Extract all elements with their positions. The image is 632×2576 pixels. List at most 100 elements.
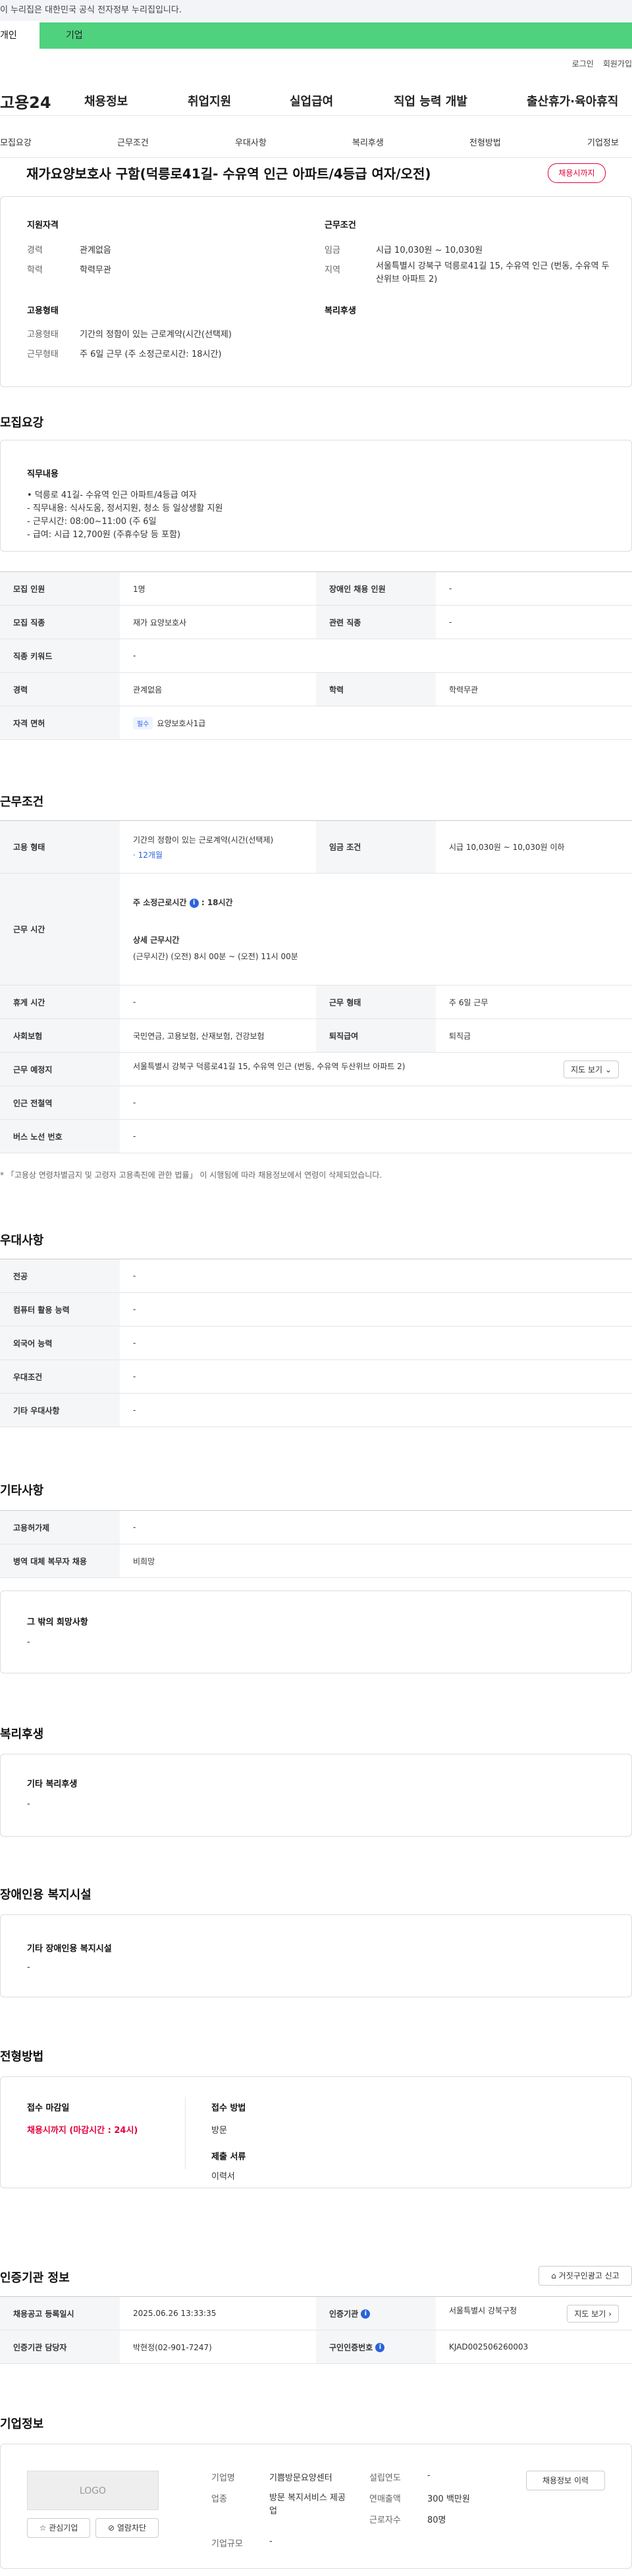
- sales-label: 연매출액: [369, 2494, 401, 2504]
- gov-banner-text: 이 누리집은 대한민국 공식 전자정부 누리집입니다.: [0, 5, 182, 15]
- conditions-heading: 근무조건: [0, 795, 44, 809]
- welfare-heading: 복리후생: [325, 306, 356, 316]
- table-row: 모집 인원 1명 장애인 채용 인원 -: [0, 571, 632, 606]
- process-heading: 전형방법: [0, 2050, 44, 2064]
- chevron-down-icon: ⌄: [604, 1065, 612, 1074]
- th: 퇴직급여: [316, 1018, 436, 1053]
- map-button[interactable]: 지도 보기 ⌄: [564, 1060, 619, 1078]
- th: 모집 인원: [0, 571, 120, 606]
- th: 장애인 채용 인원: [316, 571, 436, 606]
- required-tag: 필수: [133, 716, 153, 729]
- sales-value: 300 백만원: [427, 2494, 470, 2504]
- favorite-company-button[interactable]: ☆ 관심기업: [27, 2518, 90, 2538]
- wage-label: 임금: [325, 246, 340, 255]
- industry-value: 방문 복지서비스 제공업: [269, 2493, 346, 2516]
- table-row: 전공 -: [0, 1259, 632, 1293]
- hiring-history-button[interactable]: 채용정보 이력: [526, 2471, 605, 2490]
- conditions-table: 고용 형태 기간의 정함이 있는 근로계약(시간(선택제) · 12개월 임금 조건 시…: [0, 820, 632, 1153]
- td: 기간의 정함이 있는 근로계약(시간(선택제) · 12개월: [120, 820, 316, 874]
- table-row: 휴게 시간 - 근무 형태 주 6일 근무: [0, 985, 632, 1019]
- th: 인증기관 담당자: [0, 2330, 120, 2364]
- gnb-item[interactable]: 실업급여: [290, 92, 333, 109]
- gnb-item[interactable]: 채용정보: [84, 92, 128, 109]
- region-value: 서울특별시 강북구 덕릉로41길 15, 수유역 인근 (번동, 수유역 두산위…: [376, 261, 610, 284]
- td: -: [120, 1292, 632, 1327]
- company-heading: 기업정보: [0, 2417, 44, 2431]
- place-value: 서울특별시 강북구 덕릉로41길 15, 수유역 인근 (번동, 수유역 두산위…: [133, 1061, 406, 1071]
- table-row: 우대조건 -: [0, 1359, 632, 1394]
- th: 고용허가제: [0, 1510, 120, 1544]
- gnb-item[interactable]: 출산휴가·육아휴직: [527, 92, 618, 109]
- company-name-label: 기업명: [211, 2473, 235, 2483]
- agency-label: 인증기관: [329, 2309, 359, 2319]
- lnb-item[interactable]: 근무조건: [117, 136, 149, 148]
- lnb-item[interactable]: 전형방법: [469, 136, 501, 148]
- gnb-item[interactable]: 직업 능력 개발: [394, 92, 467, 109]
- site-logo[interactable]: 고용24: [0, 90, 51, 113]
- table-row: 사회보험 국민연금, 고용보험, 산재보험, 건강보험 퇴직급여 퇴직금: [0, 1018, 632, 1053]
- qual-heading: 지원자격: [27, 221, 59, 230]
- td: 국민연금, 고용보험, 산재보험, 건강보험: [120, 1018, 316, 1053]
- th: 구인인증번호 i: [316, 2330, 436, 2364]
- duty-line: - 근무시간: 08:00~11:00 (주 6일: [27, 517, 157, 527]
- company-name-value: 기쁨방문요양센터: [269, 2473, 332, 2483]
- td: -: [120, 1359, 632, 1394]
- wage-value: 시급 10,030원 ~ 10,030원: [376, 246, 483, 255]
- info-icon[interactable]: i: [375, 2343, 385, 2352]
- est-label: 설립연도: [369, 2473, 401, 2483]
- report-button[interactable]: ⌂ 거짓구인광고 신고: [539, 2266, 632, 2286]
- block-view-button[interactable]: ⊘ 열람차단: [95, 2518, 159, 2538]
- signup-link[interactable]: 회원가입: [603, 59, 632, 68]
- td: KJAD002506260003: [436, 2330, 632, 2364]
- company-box: LOGO ☆ 관심기업 ⊘ 열람차단 기업명 기쁨방문요양센터 업종 방문 복지…: [0, 2444, 632, 2569]
- th: 경력: [0, 672, 120, 706]
- gnb-item[interactable]: 취업지원: [188, 92, 231, 109]
- disabled-heading: 장애인용 복지시설: [0, 1888, 92, 1902]
- star-icon: ☆: [39, 2523, 47, 2533]
- td: 주 소정근로시간 i : 18시간 상세 근무시간 (근무시간) (오전) 8시…: [120, 873, 632, 986]
- td: 관계없음: [120, 672, 316, 706]
- td: 재가 요양보호사: [120, 605, 316, 639]
- hours-value: 주 6일 근무 (주 소정근로시간: 18시간): [80, 350, 222, 359]
- table-row: 기타 우대사항 -: [0, 1393, 632, 1427]
- td: 1명: [120, 571, 316, 606]
- login-link[interactable]: 로그인: [572, 59, 594, 68]
- week-hours-value: 18시간: [207, 898, 233, 907]
- license-value: 요양보호사1급: [157, 718, 206, 728]
- summary-box: 지원자격 경력 관계없음 학력 학력무관 근무조건 임금 시급 10,030원 …: [0, 196, 632, 387]
- th: 전공: [0, 1259, 120, 1293]
- lnb-item[interactable]: 복리후생: [352, 136, 384, 148]
- info-icon[interactable]: i: [361, 2309, 371, 2319]
- duty-line: • 덕릉로 41길- 수유역 인근 아파트/4등급 여자: [27, 490, 197, 500]
- table-row: 외국어 능력 -: [0, 1326, 632, 1360]
- map-button-label: 지도 보기: [574, 2309, 606, 2319]
- lnb-item[interactable]: 모집요강: [0, 136, 32, 148]
- th: 컴퓨터 활용 능력: [0, 1292, 120, 1327]
- td: 학력무관: [436, 672, 632, 706]
- deadline-value: 채용시까지 (마감시간 : 24시): [27, 2126, 138, 2136]
- td: 퇴직금: [436, 1018, 632, 1053]
- method-heading: 접수 방법: [211, 2103, 246, 2113]
- tab-personal[interactable]: 개인: [0, 22, 40, 49]
- table-row: 고용 형태 기간의 정함이 있는 근로계약(시간(선택제) · 12개월 임금 조건 시…: [0, 820, 632, 874]
- th: 근무 시간: [0, 873, 120, 986]
- lnb-item[interactable]: 기업정보: [587, 136, 619, 148]
- favorite-label: 관심기업: [49, 2523, 78, 2533]
- td: 2025.06.26 13:33:35: [120, 2296, 316, 2330]
- table-row: 경력 관계없음 학력 학력무관: [0, 672, 632, 706]
- agency-map-button[interactable]: 지도 보기 ›: [567, 2304, 619, 2323]
- lnb-item[interactable]: 우대사항: [235, 136, 267, 148]
- emp-period: · 12개월: [133, 850, 163, 860]
- tab-company[interactable]: 기업: [66, 22, 83, 49]
- career-label: 경력: [27, 246, 43, 255]
- info-icon[interactable]: i: [189, 898, 199, 908]
- welfare-sub: 기타 복리후생: [27, 1779, 78, 1789]
- status-badge: 채용시까지: [548, 163, 606, 183]
- gov-banner: 이 누리집은 대한민국 공식 전자정부 누리집입니다.: [0, 0, 632, 21]
- preference-heading: 우대사항: [0, 1234, 44, 1248]
- table-row: 모집 직종 재가 요양보호사 관련 직종 -: [0, 605, 632, 639]
- divider: [185, 2097, 186, 2169]
- td: -: [120, 985, 316, 1019]
- welfare-box: 기타 복리후생 -: [0, 1754, 632, 1837]
- week-hours: 주 소정근로시간 i : 18시간: [133, 898, 233, 908]
